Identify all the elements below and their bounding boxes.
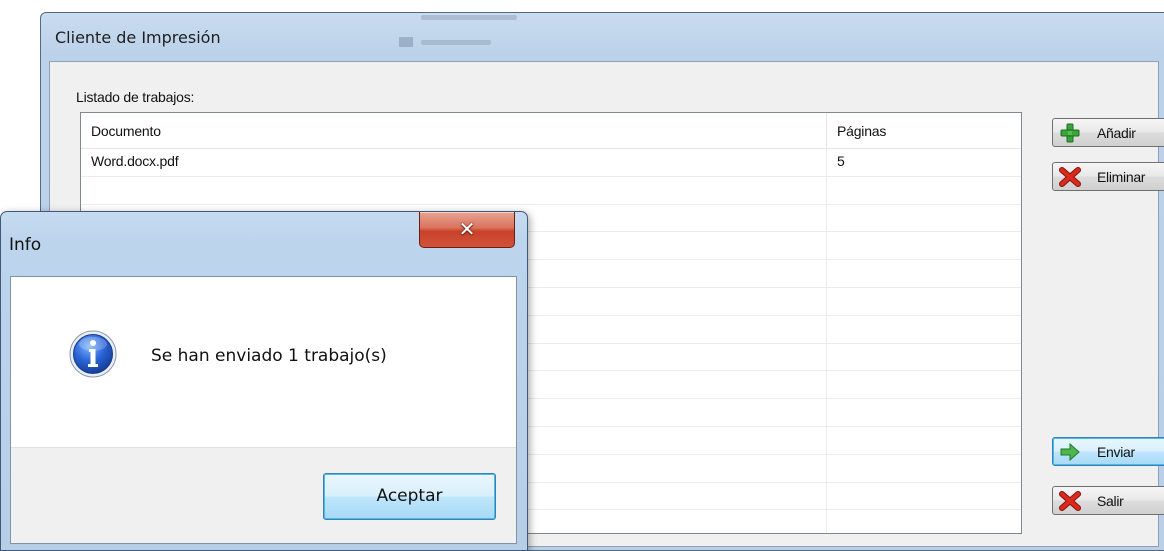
add-button-label: Añadir — [1097, 125, 1136, 141]
main-titlebar[interactable]: Cliente de Impresión — [41, 13, 1164, 53]
dialog-message: Se han enviado 1 trabajo(s) — [151, 346, 387, 366]
background-blur-artifact — [399, 11, 519, 51]
cell-pages — [827, 232, 1021, 259]
column-header-pages[interactable]: Páginas — [827, 113, 1021, 149]
cell-pages — [827, 483, 1021, 510]
cell-pages — [827, 455, 1021, 482]
cell-pages — [827, 427, 1021, 454]
cell-pages — [827, 205, 1021, 232]
send-button[interactable]: Enviar — [1052, 437, 1164, 466]
table-row[interactable]: Word.docx.pdf 5 — [81, 149, 1021, 177]
dialog-close-button[interactable]: ✕ — [419, 212, 515, 248]
cell-pages — [827, 316, 1021, 343]
cell-pages — [827, 399, 1021, 426]
dialog-content: Se han enviado 1 trabajo(s) — [11, 277, 516, 448]
jobs-list-label: Listado de trabajos: — [76, 89, 195, 105]
cell-pages — [827, 177, 1021, 204]
cell-document: Word.docx.pdf — [81, 149, 827, 176]
plus-icon — [1059, 123, 1081, 143]
add-button[interactable]: Añadir — [1052, 118, 1164, 147]
cell-pages — [827, 344, 1021, 371]
info-icon — [68, 329, 118, 379]
exit-button-label: Salir — [1097, 493, 1124, 509]
send-button-label: Enviar — [1097, 444, 1135, 460]
column-header-document[interactable]: Documento — [81, 113, 827, 149]
dialog-title: Info — [9, 235, 42, 255]
main-window-title: Cliente de Impresión — [55, 28, 221, 47]
cell-pages: 5 — [837, 153, 845, 169]
cell-pages — [827, 510, 1021, 533]
close-icon: ✕ — [458, 217, 476, 241]
ok-button[interactable]: Aceptar — [323, 473, 496, 520]
table-row[interactable] — [81, 176, 1021, 205]
jobs-list-header: Documento Páginas — [81, 113, 1021, 149]
red-x-icon — [1059, 167, 1081, 187]
delete-button-label: Eliminar — [1097, 169, 1146, 185]
cell-pages — [827, 371, 1021, 398]
red-x-icon — [1059, 491, 1081, 511]
cell-document — [81, 176, 827, 204]
dialog-client-area: Se han enviado 1 trabajo(s) Aceptar — [10, 276, 517, 544]
exit-button[interactable]: Salir — [1052, 486, 1164, 515]
green-arrow-right-icon — [1059, 442, 1081, 462]
cell-pages — [827, 260, 1021, 287]
cell-pages — [827, 288, 1021, 315]
delete-button[interactable]: Eliminar — [1052, 162, 1164, 191]
info-dialog: Info ✕ Se han enviado 1 trabajo(s) Acept… — [0, 211, 528, 551]
